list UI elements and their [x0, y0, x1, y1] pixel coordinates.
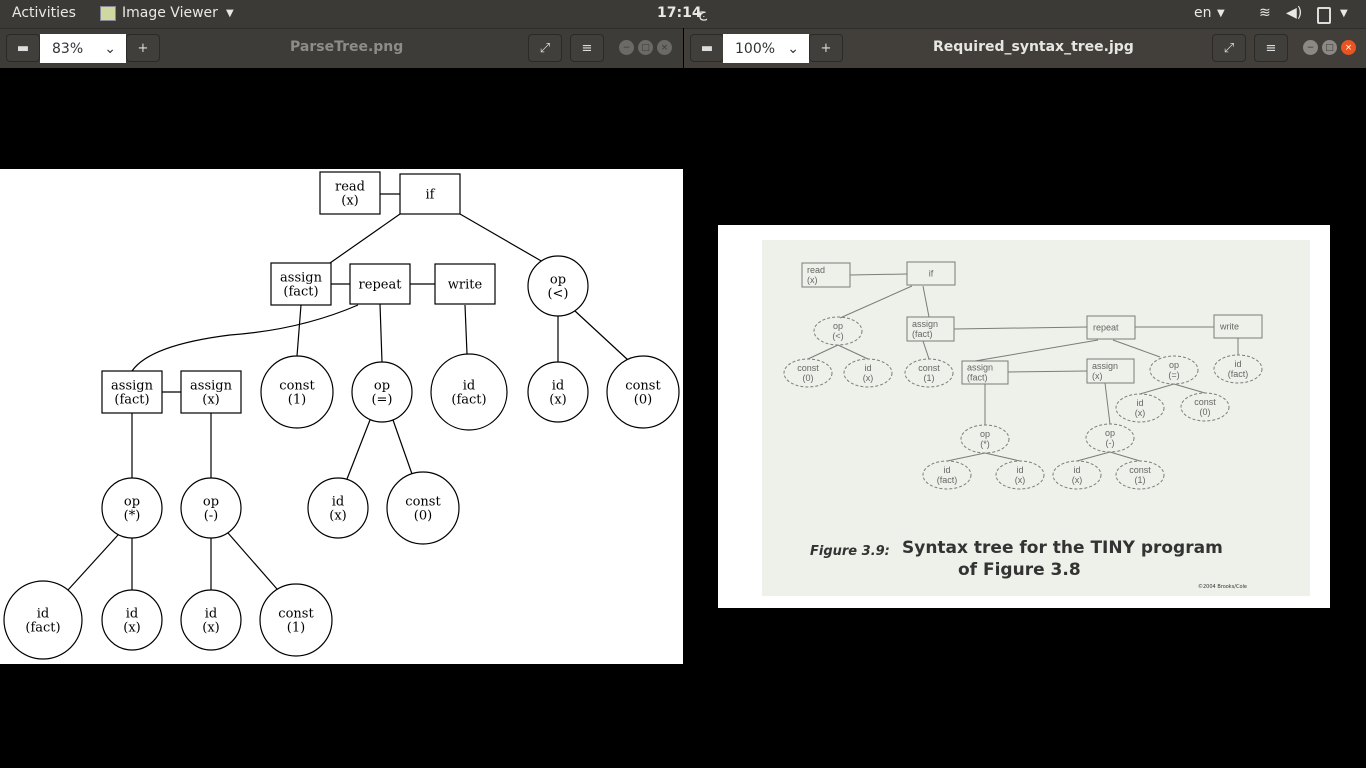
- syntax-tree-node-label: assign (x): [1092, 361, 1118, 381]
- parse-tree-edge: [379, 303, 383, 363]
- syntax-tree-node-label: repeat: [1093, 323, 1119, 333]
- syntax-tree-edge: [984, 452, 1021, 462]
- parse-tree-node-label: op (=): [371, 378, 392, 407]
- syntax-tree-node-label: const (1): [918, 363, 940, 383]
- syntax-tree-node-label: const (1): [1129, 465, 1151, 485]
- parse-tree-node-label: op (-): [203, 494, 219, 523]
- syntax-tree-edge: [1139, 383, 1175, 395]
- syntax-tree-node-label: id (x): [863, 363, 874, 383]
- parse-tree-edge: [131, 304, 359, 372]
- syntax-tree-node-label: assign (fact): [967, 363, 993, 383]
- syntax-tree-node-label: read (x): [807, 265, 825, 285]
- syntax-tree-node-label: id (x): [1015, 465, 1026, 485]
- syntax-tree-edge: [1007, 370, 1088, 373]
- syntax-tree-edge: [922, 340, 930, 360]
- syntax-tree-edge: [849, 273, 908, 276]
- syntax-tree-node-label: id (fact): [1228, 359, 1249, 379]
- syntax-tree-node-label: if: [929, 269, 934, 279]
- parse-tree-edge: [296, 304, 302, 357]
- syntax-tree-edge: [1112, 339, 1161, 358]
- syntax-tree-node-label: id (fact): [937, 465, 958, 485]
- syntax-tree-node-label: op (<): [832, 321, 843, 341]
- syntax-tree-edge: [922, 285, 930, 318]
- syntax-tree-edge: [807, 344, 839, 360]
- parse-tree-node-label: write: [448, 278, 483, 293]
- parse-tree-node-label: id (x): [202, 606, 219, 635]
- parse-tree-edge: [227, 532, 278, 590]
- syntax-tree-edge: [839, 285, 913, 319]
- parse-tree-node-label: id (x): [549, 378, 566, 407]
- parse-tree-edge: [392, 419, 413, 475]
- parse-tree-node-label: op (*): [124, 494, 141, 523]
- syntax-tree-node-label: op (*): [980, 429, 990, 449]
- parse-tree-node-label: id (x): [329, 494, 346, 523]
- syntax-tree-edge: [974, 339, 1099, 362]
- parse-tree-edge: [329, 213, 401, 264]
- syntax-tree-node-label: id (x): [1072, 465, 1083, 485]
- parse-tree-edge: [346, 419, 371, 480]
- parse-tree-node-label: assign (fact): [280, 270, 323, 299]
- parse-tree-edge: [464, 304, 468, 355]
- parse-tree-node-label: if: [426, 188, 436, 203]
- tree-diagrams: read (x) if assign (fact) repeat write op (<) ass…: [3, 171, 1263, 660]
- parse-tree-node-label: op (<): [547, 272, 568, 301]
- syntax-tree-node-label: assign (fact): [912, 319, 938, 339]
- syntax-tree-node-label: write: [1219, 322, 1239, 332]
- parse-tree-node-label: repeat: [359, 278, 403, 293]
- syntax-tree-node-label: const (0): [1194, 397, 1216, 417]
- syntax-tree-edge: [946, 452, 986, 462]
- parse-tree-edge: [67, 534, 119, 591]
- syntax-tree-edge: [1076, 451, 1111, 462]
- syntax-tree-edge: [953, 326, 1088, 330]
- parse-tree-edge: [574, 310, 629, 361]
- syntax-tree-edge: [837, 344, 869, 360]
- syntax-tree-node-label: id (x): [1135, 398, 1146, 418]
- syntax-tree-edge: [1173, 383, 1206, 394]
- syntax-tree-edge: [1104, 382, 1111, 425]
- syntax-tree-node-label: op (=): [1168, 360, 1179, 380]
- syntax-tree-node-label: const (0): [797, 363, 819, 383]
- syntax-tree-edge: [1109, 451, 1141, 462]
- parse-tree-node-label: id (x): [123, 606, 140, 635]
- syntax-tree-node-label: op (-): [1105, 428, 1115, 448]
- parse-tree-edge: [459, 213, 544, 263]
- parse-tree-node-label: assign (fact): [111, 378, 154, 407]
